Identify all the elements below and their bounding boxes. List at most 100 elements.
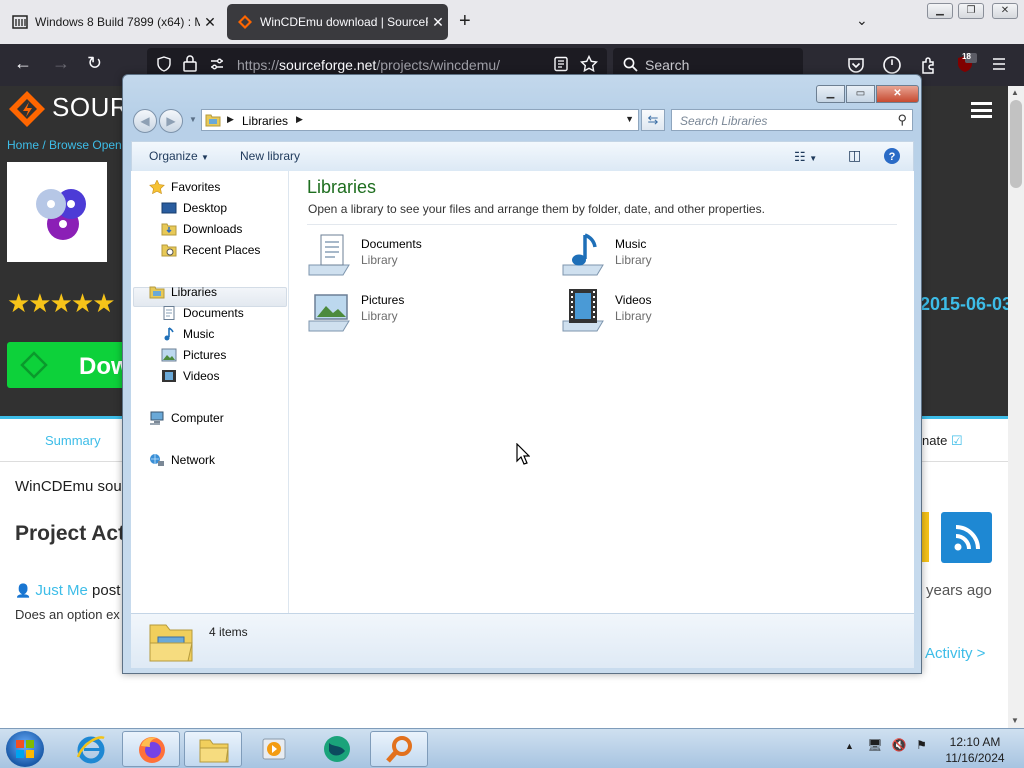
refresh-icon[interactable]: ⇆ [641,109,665,131]
back-icon[interactable]: ← [14,53,32,74]
change-view-icon[interactable]: ☷ ▼ [794,149,817,165]
taskbar-internet-explorer[interactable] [62,731,120,767]
library-pictures[interactable]: Pictures Library [307,287,537,337]
tab-donate[interactable]: nate ☑ [922,433,963,449]
user-icon: 👤 [15,583,32,598]
clock-date: 11/16/2024 [945,751,1005,765]
sourceforge-icon [238,15,252,29]
show-hidden-icons-icon[interactable]: ▲ [845,741,854,751]
library-documents[interactable]: Documents Library [307,231,537,281]
magnifier-icon [386,736,412,763]
address-location[interactable]: Libraries [242,114,288,128]
taskbar-windows-explorer[interactable] [184,731,242,767]
bookmark-star-icon[interactable] [580,55,598,73]
library-videos[interactable]: Videos Library [561,287,791,337]
flag-icon[interactable]: ⚑ [916,738,927,752]
url-text: https://sourceforge.net/projects/wincdem… [237,57,501,73]
new-library-button[interactable]: New library [240,149,300,163]
action-center-icon[interactable]: 🖥 [867,738,882,752]
documents-library-icon [308,234,350,276]
activity-user-link[interactable]: Just Me [35,582,88,599]
sourceforge-logo-icon[interactable] [7,89,47,129]
page-subtitle: Open a library to see your files and arr… [308,202,765,216]
explorer-minimize-button[interactable]: ▁ [816,85,845,103]
sf-menu-icon[interactable] [971,102,992,118]
nav-item-recent-places[interactable]: Recent Places [161,240,260,260]
scroll-up-icon[interactable]: ▲ [1011,88,1019,97]
nav-item-music[interactable]: Music [161,324,214,344]
new-tab-button[interactable]: + [459,10,471,33]
breadcrumb[interactable]: Home / Browse Open [7,138,122,152]
command-bar: Organize ▼ New library ☷ ▼ ◫ ? [131,141,914,171]
tracking-protection-icon[interactable] [156,56,172,72]
minimize-window-button[interactable]: ▁ [927,3,953,19]
reader-view-icon[interactable] [553,56,569,72]
clock[interactable]: 12:10 AM 11/16/2024 [935,734,1015,766]
volume-muted-icon[interactable]: 🔇 [892,738,907,752]
nav-label: Network [171,453,216,467]
forward-arrow-icon[interactable]: ▶ [159,109,183,133]
explorer-maximize-button[interactable]: ▭ [846,85,875,103]
address-bar[interactable]: ▶ Libraries ▶ ▼ [201,109,639,131]
taskbar-app-globe[interactable] [308,731,366,767]
recent-places-icon [161,244,177,257]
explorer-close-button[interactable]: ✕ [876,85,919,103]
nav-item-libraries[interactable]: Libraries [149,282,217,302]
extensions-icon[interactable] [919,55,939,75]
close-tab-icon[interactable]: ✕ [428,14,448,31]
library-music[interactable]: Music Library [561,231,791,281]
activity-time: years ago [926,582,992,599]
address-history-icon[interactable]: ▼ [625,114,634,124]
back-arrow-icon[interactable]: ◀ [133,109,157,133]
pictures-icon [161,348,177,362]
taskbar-firefox[interactable] [122,731,180,767]
scrollbar-thumb[interactable] [1010,100,1022,188]
tab-summary[interactable]: Summary [45,433,101,448]
nav-item-videos[interactable]: Videos [161,366,219,386]
taskbar-media-player[interactable] [246,731,304,767]
library-name: Pictures [361,293,405,307]
back-forward-group: ◀ ▶ [133,109,187,133]
forward-icon[interactable]: → [52,53,70,74]
nav-item-favorites[interactable]: Favorites [149,177,220,197]
nav-item-computer[interactable]: Computer [149,408,224,428]
browser-tab-strip: Windows 8 Build 7899 (x64) : Mi ✕ WinCDE… [0,0,1024,44]
restore-window-button[interactable]: ❐ [958,3,984,19]
nav-item-desktop[interactable]: Desktop [161,198,227,218]
more-activity-link[interactable]: Activity > [925,645,985,662]
close-window-button[interactable]: ✕ [992,3,1018,19]
browser-tab-sourceforge[interactable]: WinCDEmu download | SourceF ✕ [227,4,448,40]
pictures-library-icon [308,294,350,332]
documents-icon [163,306,175,320]
scroll-down-icon[interactable]: ▼ [1011,716,1019,725]
breadcrumb-chevron-icon[interactable]: ▶ [227,114,234,125]
search-libraries-input[interactable]: Search Libraries ⚲ [671,109,913,131]
breadcrumb-chevron-icon[interactable]: ▶ [296,114,303,125]
rss-button[interactable] [941,512,992,563]
nav-item-downloads[interactable]: Downloads [161,219,242,239]
library-type: Library [361,253,398,267]
pocket-icon[interactable] [847,56,865,74]
reload-icon[interactable]: ↻ [87,53,102,74]
nav-item-network[interactable]: Network [149,450,215,470]
list-all-tabs-icon[interactable]: ⌄ [856,12,868,29]
nav-label: Music [183,327,215,341]
menu-hamburger-icon[interactable] [992,57,1006,71]
help-icon[interactable]: ? [883,147,901,165]
download-button[interactable]: Dow [7,342,130,388]
last-update-date: 2015-06-03 [920,294,1013,314]
recent-pages-icon[interactable]: ▼ [189,115,197,124]
nav-item-pictures[interactable]: Pictures [161,345,226,365]
browser-tab-archive[interactable]: Windows 8 Build 7899 (x64) : Mi ✕ [2,4,220,40]
activity-note: Does an option ex [15,607,120,622]
start-button[interactable] [6,731,44,767]
nav-item-documents[interactable]: Documents [161,303,244,323]
taskbar-search-app[interactable] [370,731,428,767]
organize-button[interactable]: Organize ▼ [149,149,209,163]
permissions-icon[interactable] [209,56,225,72]
lock-icon[interactable] [183,55,197,72]
account-sync-icon[interactable] [882,55,902,75]
close-tab-icon[interactable]: ✕ [200,14,220,31]
videos-icon [162,370,176,382]
preview-pane-icon[interactable]: ◫ [848,147,861,164]
